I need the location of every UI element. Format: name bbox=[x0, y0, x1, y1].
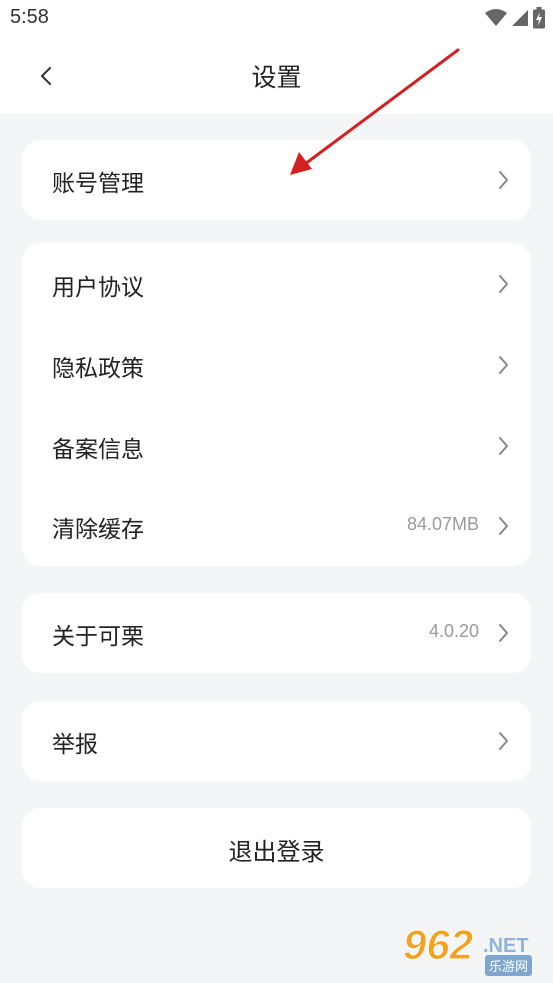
status-bar: 5:58 bbox=[0, 0, 553, 38]
watermark-logo: 962 .NET 乐游网 bbox=[401, 921, 547, 979]
status-time: 5:58 bbox=[10, 6, 49, 28]
row-user-agreement[interactable]: 用户协议 bbox=[22, 244, 531, 324]
about-card: 关于可栗 4.0.20 bbox=[22, 593, 531, 673]
report-card: 举报 bbox=[22, 701, 531, 781]
row-privacy-policy[interactable]: 隐私政策 bbox=[22, 325, 531, 405]
row-about[interactable]: 关于可栗 4.0.20 bbox=[22, 593, 531, 673]
signal-icon bbox=[512, 10, 528, 26]
watermark-cn: 乐游网 bbox=[485, 955, 533, 976]
chevron-right-icon bbox=[499, 171, 508, 189]
chevron-right-icon bbox=[499, 437, 508, 455]
status-icons bbox=[485, 7, 545, 29]
chevron-right-icon bbox=[499, 275, 508, 293]
info-card: 用户协议 隐私政策 备案信息 清除缓存 84.07MB bbox=[22, 243, 531, 566]
cache-size-value: 84.07MB bbox=[406, 514, 479, 534]
account-card: 账号管理 bbox=[22, 140, 531, 220]
row-report[interactable]: 举报 bbox=[22, 701, 531, 781]
row-label: 备案信息 bbox=[52, 437, 144, 463]
row-filing-info[interactable]: 备案信息 bbox=[22, 406, 531, 486]
row-label: 举报 bbox=[52, 732, 98, 758]
row-label: 清除缓存 bbox=[52, 517, 144, 543]
version-value: 4.0.20 bbox=[428, 621, 479, 641]
row-account-management[interactable]: 账号管理 bbox=[22, 140, 531, 220]
chevron-right-icon bbox=[499, 732, 508, 750]
row-clear-cache[interactable]: 清除缓存 84.07MB bbox=[22, 486, 531, 566]
row-label: 用户协议 bbox=[52, 275, 144, 301]
watermark-number: 962 bbox=[402, 921, 474, 969]
chevron-right-icon bbox=[499, 517, 508, 535]
app-header: 设置 bbox=[0, 38, 553, 114]
row-label: 账号管理 bbox=[52, 171, 144, 197]
wifi-icon bbox=[485, 9, 507, 26]
logout-label: 退出登录 bbox=[228, 838, 325, 866]
row-label: 隐私政策 bbox=[52, 356, 144, 382]
battery-icon bbox=[533, 7, 545, 29]
chevron-right-icon bbox=[499, 356, 508, 374]
row-label: 关于可栗 bbox=[52, 624, 144, 650]
logout-button[interactable]: 退出登录 bbox=[22, 808, 531, 888]
chevron-right-icon bbox=[499, 624, 508, 642]
page-title: 设置 bbox=[251, 63, 302, 92]
